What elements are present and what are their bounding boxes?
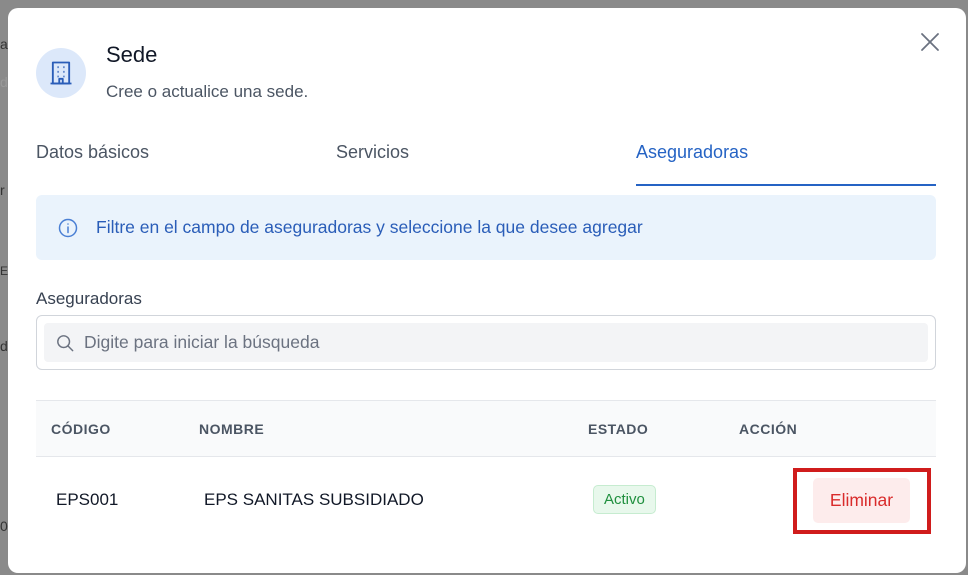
row-code: EPS001: [56, 490, 119, 509]
modal-title: Sede: [106, 42, 158, 67]
column-header-estado: ESTADO: [588, 421, 649, 437]
background-text: E: [0, 264, 9, 278]
background-text: d: [0, 74, 8, 90]
column-header-accion: ACCIÓN: [739, 421, 798, 437]
tab-datos-basicos[interactable]: Datos básicos: [36, 130, 149, 186]
background-text: a: [0, 36, 8, 52]
table-row: EPS001 EPS SANITAS SUBSIDIADO Activo Eli…: [36, 457, 936, 543]
tab-bar: Datos básicos Servicios Aseguradoras: [36, 130, 936, 186]
alert-text: Filtre en el campo de aseguradoras y sel…: [96, 217, 643, 237]
info-icon: [58, 218, 78, 237]
close-button[interactable]: [918, 30, 942, 54]
tab-servicios[interactable]: Servicios: [336, 130, 409, 186]
close-icon: [921, 33, 939, 51]
row-name: EPS SANITAS SUBSIDIADO: [204, 490, 424, 509]
background-text: 0: [0, 518, 8, 534]
search-input[interactable]: [84, 332, 864, 353]
column-header-nombre: NOMBRE: [199, 421, 265, 437]
background-text: r: [0, 182, 5, 198]
info-alert: Filtre en el campo de aseguradoras y sel…: [36, 195, 936, 260]
delete-button[interactable]: Eliminar: [813, 478, 910, 523]
insurers-table: CÓDIGO NOMBRE ESTADO ACCIÓN EPS001 EPS S…: [36, 400, 936, 543]
tab-aseguradoras[interactable]: Aseguradoras: [636, 130, 936, 186]
status-badge: Activo: [593, 485, 656, 514]
sede-modal: Sede Cree o actualice una sede. Datos bá…: [8, 8, 966, 573]
table-header: CÓDIGO NOMBRE ESTADO ACCIÓN: [36, 400, 936, 457]
building-icon: [36, 48, 86, 98]
search-label: Aseguradoras: [36, 289, 142, 308]
column-header-codigo: CÓDIGO: [51, 421, 111, 437]
modal-header: Sede Cree o actualice una sede.: [36, 42, 309, 102]
background-text: d: [0, 338, 8, 354]
search-icon: [57, 334, 74, 351]
search-field: [36, 315, 936, 370]
modal-subtitle: Cree o actualice una sede.: [106, 82, 309, 101]
